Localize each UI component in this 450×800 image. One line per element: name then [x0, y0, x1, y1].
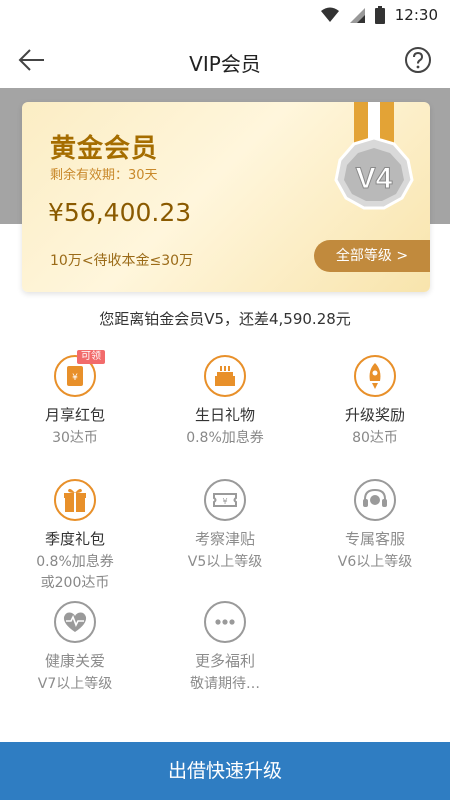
signal-icon	[349, 8, 365, 23]
membership-card: 黄金会员 剩余有效期：30天 ¥56,400.23 10万<待收本金≤30万 全…	[22, 102, 430, 292]
benefit-detail-line2: 或200达币	[40, 575, 110, 591]
gift-icon	[53, 478, 97, 522]
validity-text: 剩余有效期：30天	[50, 168, 158, 183]
benefit-detail: 30达币	[52, 430, 98, 446]
status-bar: 12:30	[0, 0, 450, 32]
upgrade-gap-text: 您距离铂金会员V5，还差4,590.28元	[99, 310, 351, 328]
headset-icon	[353, 478, 397, 522]
benefit-birthday-gift[interactable]: 生日礼物 0.8%加息券	[150, 354, 300, 449]
benefit-detail: 0.8%加息券	[186, 430, 264, 446]
benefit-title: 季度礼包	[44, 530, 105, 548]
more-dots-icon	[203, 600, 247, 644]
svg-text:¥: ¥	[222, 497, 227, 506]
benefit-quarterly-gift[interactable]: 季度礼包 0.8%加息券 或200达币	[0, 478, 150, 594]
status-time: 12:30	[394, 6, 438, 24]
help-icon[interactable]	[404, 46, 432, 74]
benefit-title: 健康关爱	[44, 652, 105, 670]
benefit-monthly-red-envelope[interactable]: ¥ 可领 月享红包 30达币	[0, 350, 150, 449]
benefit-more[interactable]: 更多福利 敬请期待…	[150, 600, 300, 695]
benefit-exclusive-service[interactable]: 专属客服 V6以上等级	[300, 478, 450, 573]
page-title: VIP会员	[189, 52, 261, 76]
level-medal-icon: V4	[334, 102, 414, 210]
benefit-detail: 80达币	[352, 430, 398, 446]
benefit-detail: V5以上等级	[187, 554, 263, 570]
benefit-detail: 0.8%加息券 或200达币	[0, 552, 150, 594]
ticket-icon: ¥	[203, 478, 247, 522]
rocket-icon	[353, 354, 397, 398]
benefit-title: 生日礼物	[194, 406, 255, 424]
benefit-title: 考察津贴	[194, 530, 255, 548]
benefit-detail-line1: 0.8%加息券	[36, 554, 114, 570]
benefit-title: 月享红包	[44, 406, 105, 424]
svg-text:¥: ¥	[72, 373, 78, 383]
wifi-icon	[320, 7, 339, 22]
red-envelope-icon: ¥ 可领	[53, 350, 105, 398]
amount-value: ¥56,400.23	[48, 198, 192, 227]
claimable-badge: 可领	[77, 350, 105, 364]
benefit-detail: V7以上等级	[37, 676, 113, 692]
benefit-title: 更多福利	[194, 652, 255, 670]
all-levels-button[interactable]: 全部等级 >	[314, 240, 430, 272]
level-name: 黄金会员	[50, 134, 159, 164]
level-range: 10万<待收本金≤30万	[50, 253, 194, 269]
medal-level-text: V4	[356, 162, 393, 195]
battery-icon	[374, 6, 385, 24]
benefit-health-care[interactable]: 健康关爱 V7以上等级	[0, 600, 150, 695]
benefit-upgrade-reward[interactable]: 升级奖励 80达币	[300, 354, 450, 449]
benefit-detail: V6以上等级	[337, 554, 413, 570]
benefit-detail: 敬请期待…	[190, 676, 260, 692]
benefit-title: 专属客服	[344, 530, 405, 548]
benefit-inspection-allowance[interactable]: ¥ 考察津贴 V5以上等级	[150, 478, 300, 573]
heart-monitor-icon	[53, 600, 97, 644]
lend-upgrade-button[interactable]: 出借快速升级	[0, 742, 450, 800]
app-bar: VIP会员	[0, 32, 450, 88]
cake-icon	[203, 354, 247, 398]
benefit-title: 升级奖励	[344, 406, 405, 424]
status-icons: 12:30	[320, 6, 438, 24]
